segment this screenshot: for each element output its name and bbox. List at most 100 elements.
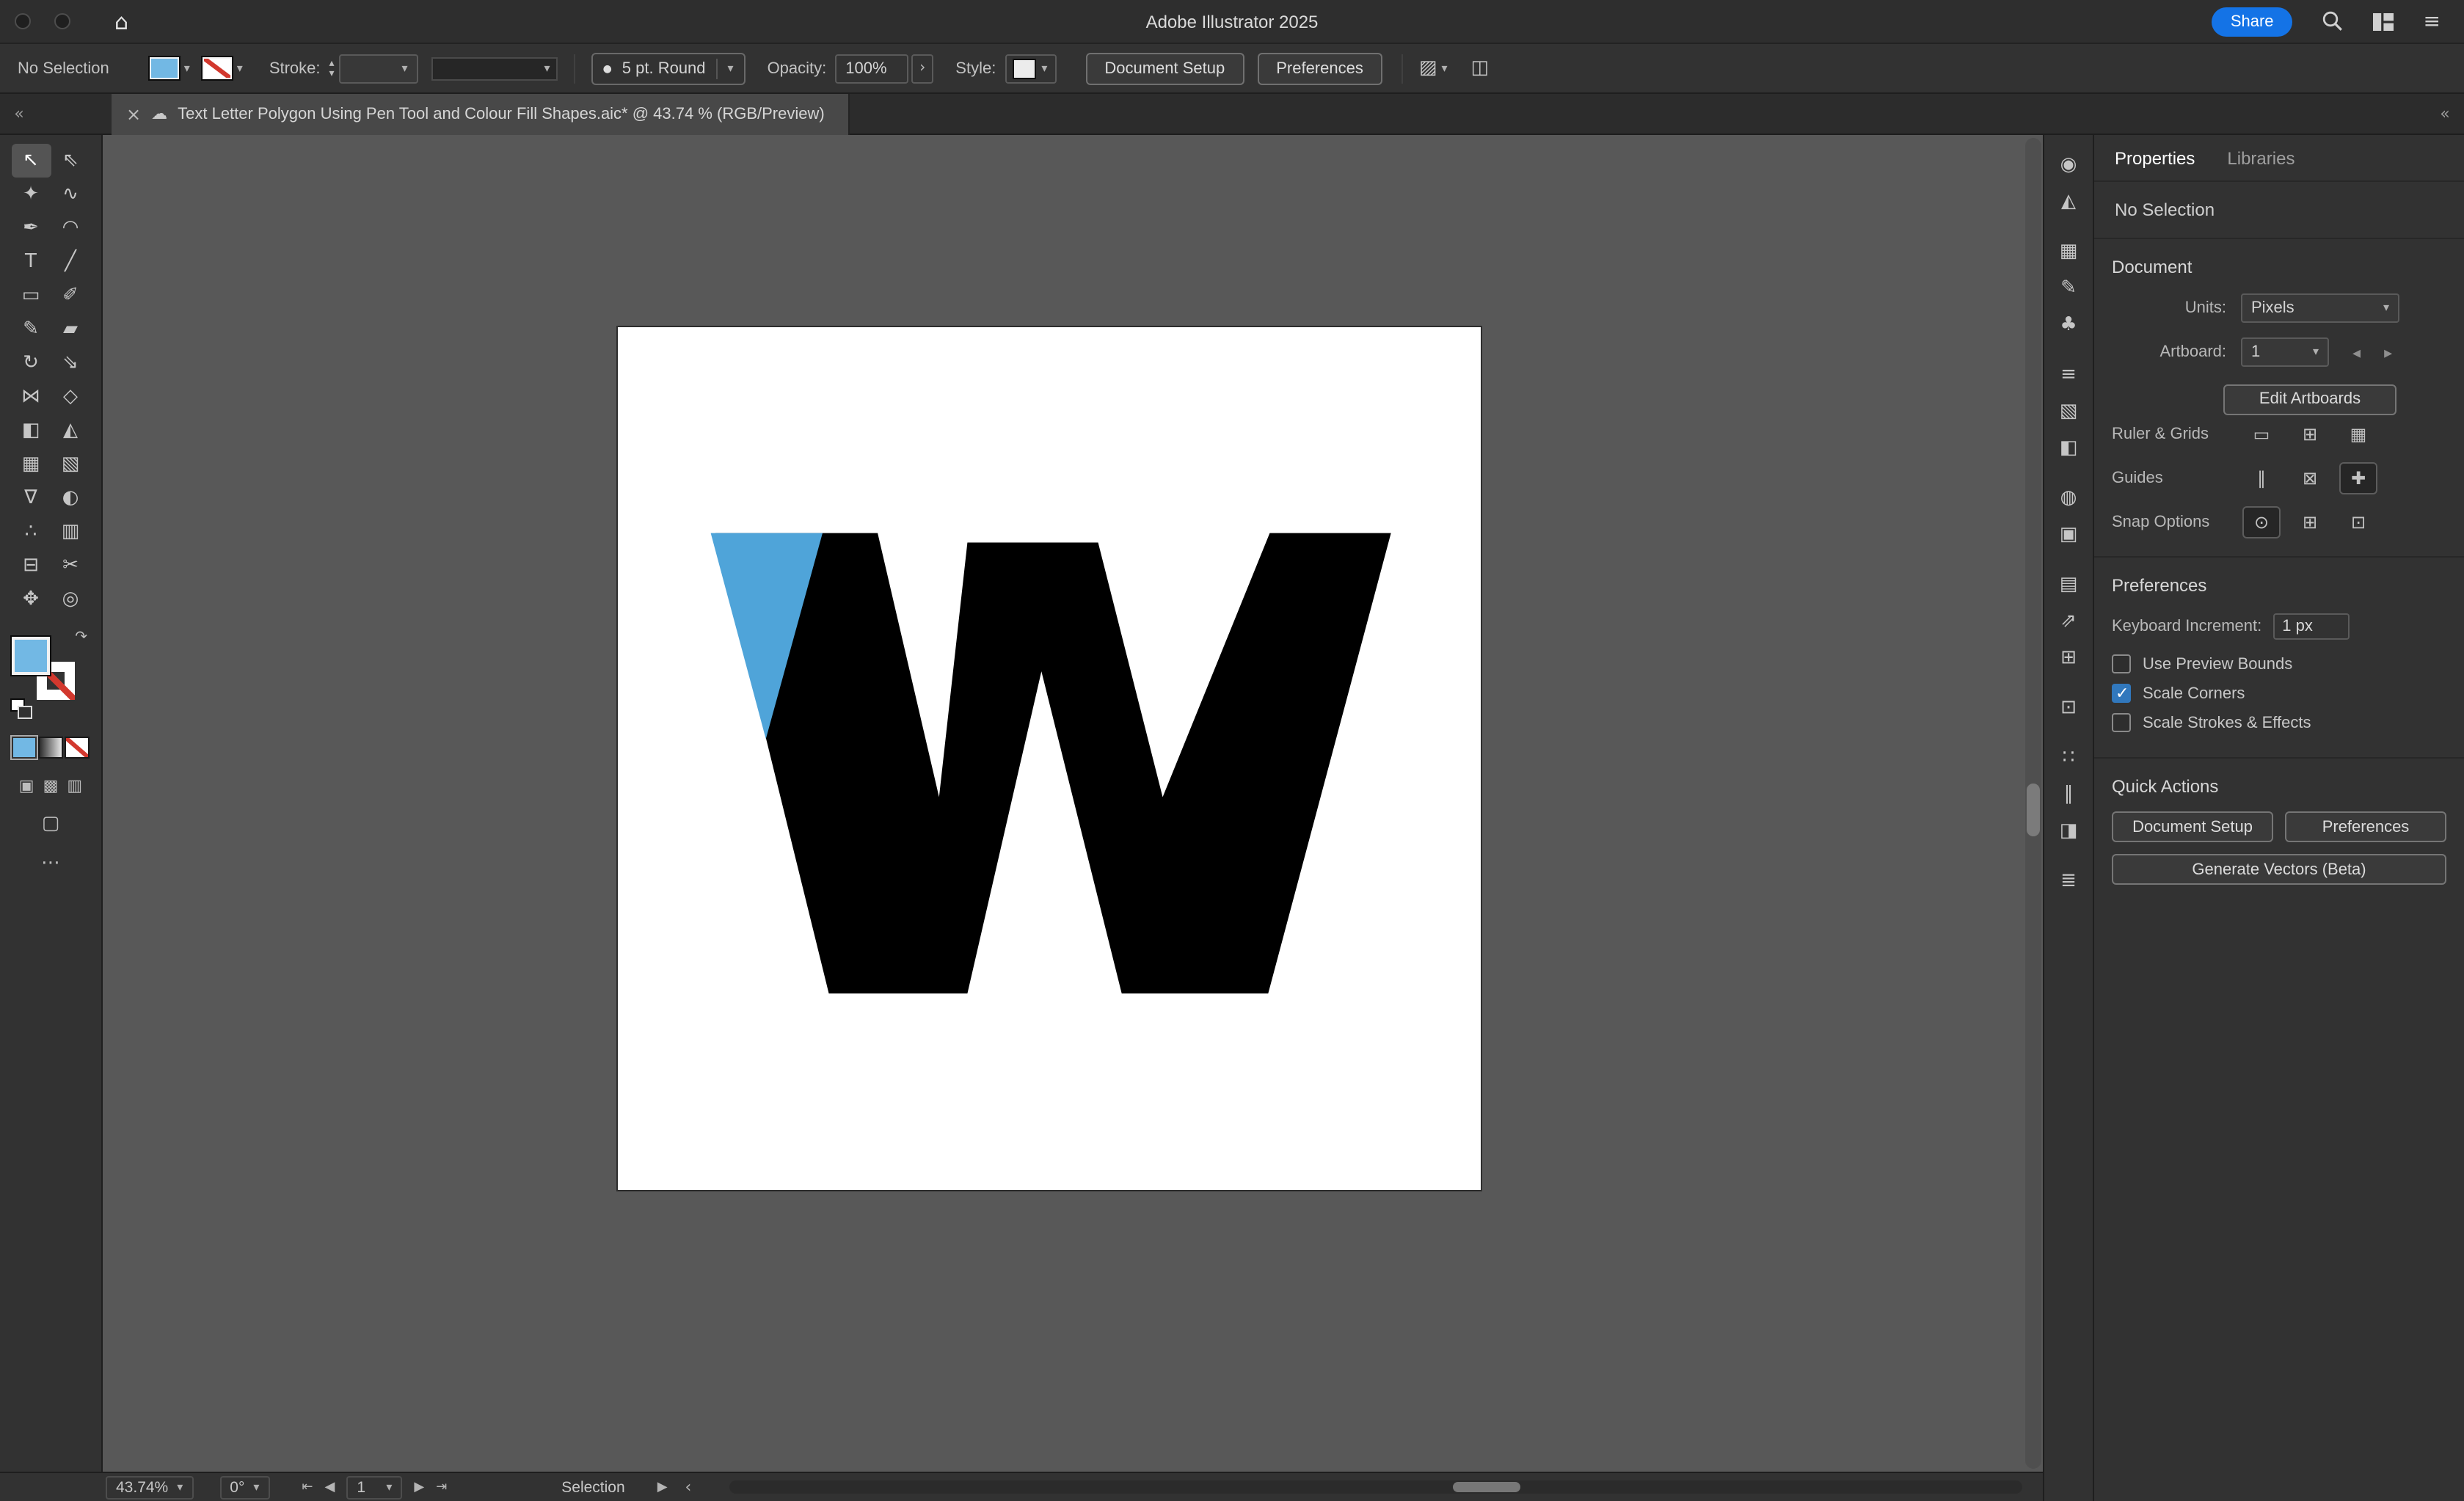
step-up-icon[interactable]: ▴ [329,58,335,68]
fill-color-control[interactable]: ▾ [150,57,190,79]
perspective-grid-tool[interactable]: ◭ [51,414,90,448]
rotation-dropdown[interactable]: 0° ▾ [219,1475,269,1499]
screen-mode-button[interactable]: ▢ [42,813,60,835]
step-down-icon[interactable]: ▾ [329,68,335,78]
free-transform-tool[interactable]: ◇ [51,380,90,414]
close-tab-icon[interactable]: × [126,103,141,124]
fill-swatch[interactable] [11,637,49,675]
smart-guides-icon[interactable]: ✚ [2341,464,2376,493]
pathfinder-icon[interactable]: ◨ [2049,813,2088,850]
paintbrush-tool[interactable]: ✐ [51,279,90,313]
checkbox[interactable] [2112,684,2131,703]
letter-w-shape[interactable] [715,533,1391,994]
document-setup-button[interactable]: Document Setup [1085,52,1244,84]
direct-selection-tool[interactable]: ⇖ [51,144,90,178]
artboard[interactable] [618,327,1481,1190]
gradient-icon[interactable]: ▧ [2049,393,2088,430]
gradient-mode-button[interactable] [40,738,62,757]
previous-artboard-button[interactable]: ◀ [325,1480,335,1494]
selection-tool[interactable]: ↖ [11,144,51,178]
appearance-icon[interactable]: ◍ [2049,480,2088,516]
eyedropper-tool[interactable]: ∇ [11,481,51,515]
pencil-tool[interactable]: ✎ [11,313,51,346]
export-icon[interactable]: ⇗ [2049,603,2088,640]
artboard-dropdown[interactable]: 1 ▾ [2241,337,2329,367]
magic-wand-tool[interactable]: ✦ [11,178,51,211]
menu-icon[interactable]: ≡ [2424,10,2441,33]
show-transparency-grid-icon[interactable]: ▦ [2341,420,2376,449]
snap-to-pixel-icon[interactable]: ⊡ [2341,508,2376,537]
generate-vectors-button[interactable]: Generate Vectors (Beta) [2112,854,2446,885]
stroke-weight-stepper[interactable]: ▴ ▾ [329,58,335,78]
workspace-switcher-icon[interactable] [2374,12,2394,30]
history-icon[interactable]: ≣ [2049,863,2088,899]
symbol-sprayer-tool[interactable]: ∴ [11,515,51,549]
collapse-panels-icon[interactable]: « [2426,104,2464,123]
blend-tool[interactable]: ◐ [51,481,90,515]
use-preview-bounds-checkbox[interactable]: Use Preview Bounds [2112,654,2446,673]
opacity-panel-arrow[interactable]: › [911,54,933,83]
style-dropdown[interactable]: ▾ [1005,54,1056,83]
brush-definition-dropdown[interactable]: ● 5 pt. Round ▾ [591,52,746,84]
mesh-tool[interactable]: ▦ [11,448,51,481]
swap-fill-stroke-icon[interactable]: ↷ [75,629,87,646]
variable-width-profile-dropdown[interactable]: ▾ [431,56,558,80]
stroke-color-control[interactable]: ▾ [203,57,243,79]
share-button[interactable]: Share [2212,7,2293,36]
transform-icon[interactable]: ∷ [2049,739,2088,776]
stroke-color-swatch[interactable] [203,57,233,79]
width-tool[interactable]: ⋈ [11,380,51,414]
arrange-documents-icon[interactable]: ◫ [1470,57,1489,79]
snap-options-icon[interactable]: ▨ [1419,57,1437,79]
artboards-icon[interactable]: ⊞ [2049,640,2088,676]
show-guides-icon[interactable]: ∥ [2244,464,2279,493]
gradient-tool[interactable]: ▧ [51,448,90,481]
checkbox[interactable] [2112,713,2131,732]
comments-icon[interactable]: ⊡ [2049,690,2088,726]
none-mode-button[interactable] [66,738,88,757]
tab-libraries[interactable]: Libraries [2227,147,2294,168]
document-setup-button[interactable]: Document Setup [2112,811,2273,842]
canvas[interactable] [103,135,2043,1472]
fill-color-swatch[interactable] [150,57,180,79]
edit-artboards-button[interactable]: Edit Artboards [2223,384,2396,414]
graphic-styles-icon[interactable]: ▣ [2049,516,2088,553]
document-tab[interactable]: × ☁ Text Letter Polygon Using Pen Tool a… [112,93,850,134]
horizontal-scrollbar[interactable] [729,1480,2022,1494]
window-close-button[interactable] [15,13,31,29]
show-grid-icon[interactable]: ⊞ [2292,420,2328,449]
curvature-tool[interactable]: ◠ [51,211,90,245]
lock-guides-icon[interactable]: ⊠ [2292,464,2328,493]
draw-inside-icon[interactable]: ▥ [67,776,82,795]
stroke-weight-dropdown[interactable]: ▾ [339,54,418,83]
column-graph-tool[interactable]: ▥ [51,515,90,549]
show-rulers-icon[interactable]: ▭ [2244,420,2279,449]
color-guide-icon[interactable]: ◭ [2049,183,2088,220]
swatches-icon[interactable]: ▦ [2049,233,2088,270]
line-segment-tool[interactable]: ╱ [51,245,90,279]
edit-toolbar-button[interactable]: ⋯ [41,852,60,874]
preferences-button[interactable]: Preferences [1257,52,1382,84]
artboard-tool[interactable]: ⊟ [11,549,51,582]
lasso-tool[interactable]: ∿ [51,178,90,211]
units-dropdown[interactable]: Pixels ▾ [2241,293,2399,323]
last-artboard-button[interactable]: ⇥ [436,1480,447,1494]
brushes-icon[interactable]: ✎ [2049,270,2088,307]
next-artboard-icon[interactable]: ▸ [2384,343,2392,362]
shape-builder-tool[interactable]: ◧ [11,414,51,448]
draw-normal-icon[interactable]: ▣ [19,776,34,795]
zoom-tool[interactable]: ◎ [51,582,90,616]
home-icon[interactable]: ⌂ [114,8,128,34]
layers-icon[interactable]: ▤ [2049,566,2088,603]
window-minimize-button[interactable] [54,13,70,29]
hand-tool[interactable]: ✥ [11,582,51,616]
align-icon[interactable]: ∥ [2049,776,2088,813]
collapse-toolbar-icon[interactable]: « [0,104,38,123]
next-artboard-button[interactable]: ▶ [414,1480,424,1494]
default-fill-stroke-icon[interactable] [11,700,33,719]
eraser-tool[interactable]: ▰ [51,313,90,346]
snap-to-grid-icon[interactable]: ⊞ [2292,508,2328,537]
pen-tool[interactable]: ✒ [11,211,51,245]
chevron-down-icon[interactable]: ▾ [237,62,243,74]
transparency-icon[interactable]: ◧ [2049,430,2088,467]
